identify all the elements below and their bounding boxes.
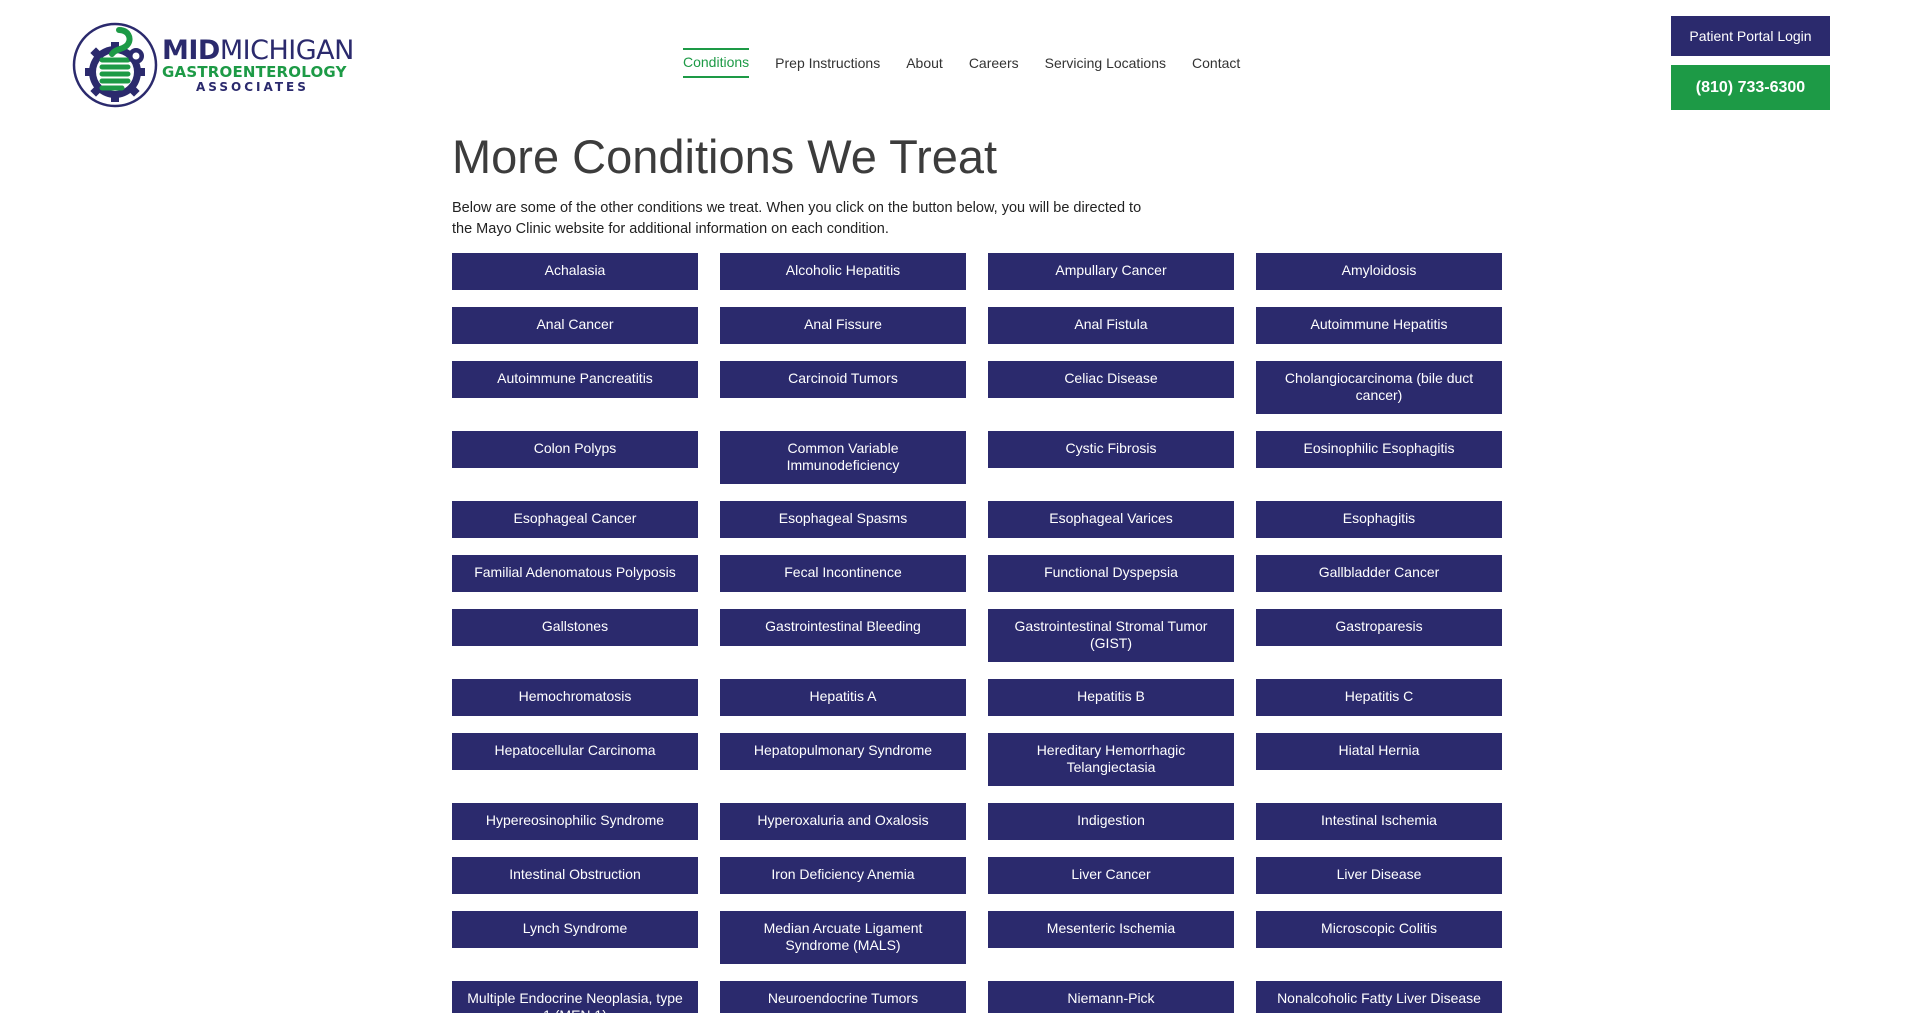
main-nav: Conditions Prep Instructions About Caree… bbox=[683, 48, 1240, 78]
condition-button[interactable]: Hepatitis B bbox=[988, 679, 1234, 716]
condition-button[interactable]: Multiple Endocrine Neoplasia, type 1 (ME… bbox=[452, 981, 698, 1013]
condition-button[interactable]: Hepatitis A bbox=[720, 679, 966, 716]
site-logo[interactable]: MIDMICHIGAN GASTROENTEROLOGY ASSOCIATES bbox=[72, 20, 354, 110]
condition-button[interactable]: Gastrointestinal Stromal Tumor (GIST) bbox=[988, 609, 1234, 662]
condition-button[interactable]: Liver Cancer bbox=[988, 857, 1234, 894]
condition-button[interactable]: Ampullary Cancer bbox=[988, 253, 1234, 290]
condition-button[interactable]: Autoimmune Hepatitis bbox=[1256, 307, 1502, 344]
condition-button[interactable]: Esophagitis bbox=[1256, 501, 1502, 538]
gear-gut-logo-icon bbox=[72, 22, 158, 108]
condition-button[interactable]: Celiac Disease bbox=[988, 361, 1234, 398]
condition-button[interactable]: Anal Cancer bbox=[452, 307, 698, 344]
condition-button[interactable]: Autoimmune Pancreatitis bbox=[452, 361, 698, 398]
condition-button[interactable]: Common Variable Immunodeficiency bbox=[720, 431, 966, 484]
phone-call-button[interactable]: (810) 733-6300 bbox=[1671, 65, 1830, 110]
condition-button[interactable]: Neuroendocrine Tumors bbox=[720, 981, 966, 1013]
condition-button[interactable]: Achalasia bbox=[452, 253, 698, 290]
condition-button[interactable]: Hypereosinophilic Syndrome bbox=[452, 803, 698, 840]
condition-button[interactable]: Gastroparesis bbox=[1256, 609, 1502, 646]
condition-button[interactable]: Indigestion bbox=[988, 803, 1234, 840]
condition-button[interactable]: Liver Disease bbox=[1256, 857, 1502, 894]
condition-button[interactable]: Intestinal Obstruction bbox=[452, 857, 698, 894]
condition-button[interactable]: Mesenteric Ischemia bbox=[988, 911, 1234, 948]
condition-button[interactable]: Intestinal Ischemia bbox=[1256, 803, 1502, 840]
condition-button[interactable]: Anal Fissure bbox=[720, 307, 966, 344]
condition-button[interactable]: Niemann-Pick bbox=[988, 981, 1234, 1013]
condition-button[interactable]: Gallbladder Cancer bbox=[1256, 555, 1502, 592]
logo-line-3: ASSOCIATES bbox=[196, 80, 309, 94]
condition-button[interactable]: Gallstones bbox=[452, 609, 698, 646]
condition-button[interactable]: Hepatocellular Carcinoma bbox=[452, 733, 698, 770]
conditions-grid: Achalasia Alcoholic Hepatitis Ampullary Ca… bbox=[452, 253, 1502, 1013]
condition-button[interactable]: Cystic Fibrosis bbox=[988, 431, 1234, 468]
logo-wordmark: MIDMICHIGAN GASTROENTEROLOGY ASSOCIATES bbox=[162, 37, 354, 93]
condition-button[interactable]: Amyloidosis bbox=[1256, 253, 1502, 290]
intro-text: Below are some of the other conditions w… bbox=[452, 200, 1142, 237]
nav-servicing-locations[interactable]: Servicing Locations bbox=[1045, 48, 1166, 78]
condition-button[interactable]: Familial Adenomatous Polyposis bbox=[452, 555, 698, 592]
condition-button[interactable]: Esophageal Cancer bbox=[452, 501, 698, 538]
nav-about[interactable]: About bbox=[906, 48, 943, 78]
condition-button[interactable]: Microscopic Colitis bbox=[1256, 911, 1502, 948]
condition-button[interactable]: Lynch Syndrome bbox=[452, 911, 698, 948]
site-header: MIDMICHIGAN GASTROENTEROLOGY ASSOCIATES … bbox=[0, 0, 1920, 118]
condition-button[interactable]: Fecal Incontinence bbox=[720, 555, 966, 592]
condition-button[interactable]: Eosinophilic Esophagitis bbox=[1256, 431, 1502, 468]
condition-button[interactable]: Alcoholic Hepatitis bbox=[720, 253, 966, 290]
condition-button[interactable]: Gastrointestinal Bleeding bbox=[720, 609, 966, 646]
nav-conditions[interactable]: Conditions bbox=[683, 48, 750, 78]
condition-button[interactable]: Esophageal Spasms bbox=[720, 501, 966, 538]
condition-button[interactable]: Nonalcoholic Fatty Liver Disease bbox=[1256, 981, 1502, 1013]
logo-line-1: MIDMICHIGAN bbox=[162, 35, 354, 66]
condition-button[interactable]: Median Arcuate Ligament Syndrome (MALS) bbox=[720, 911, 966, 964]
condition-button[interactable]: Hereditary Hemorrhagic Telangiectasia bbox=[988, 733, 1234, 786]
nav-careers[interactable]: Careers bbox=[969, 48, 1019, 78]
condition-button[interactable]: Iron Deficiency Anemia bbox=[720, 857, 966, 894]
main-content: More Conditions We Treat Below are some … bbox=[452, 128, 1502, 240]
condition-button[interactable]: Carcinoid Tumors bbox=[720, 361, 966, 398]
condition-button[interactable]: Hyperoxaluria and Oxalosis bbox=[720, 803, 966, 840]
condition-button[interactable]: Hemochromatosis bbox=[452, 679, 698, 716]
nav-prep-instructions[interactable]: Prep Instructions bbox=[775, 48, 880, 78]
patient-portal-login-button[interactable]: Patient Portal Login bbox=[1671, 16, 1830, 56]
condition-button[interactable]: Anal Fistula bbox=[988, 307, 1234, 344]
condition-button[interactable]: Esophageal Varices bbox=[988, 501, 1234, 538]
condition-button[interactable]: Colon Polyps bbox=[452, 431, 698, 468]
condition-button[interactable]: Hepatitis C bbox=[1256, 679, 1502, 716]
condition-button[interactable]: Functional Dyspepsia bbox=[988, 555, 1234, 592]
nav-contact[interactable]: Contact bbox=[1192, 48, 1240, 78]
condition-button[interactable]: Hiatal Hernia bbox=[1256, 733, 1502, 770]
condition-button[interactable]: Cholangiocarcinoma (bile duct cancer) bbox=[1256, 361, 1502, 414]
condition-button[interactable]: Hepatopulmonary Syndrome bbox=[720, 733, 966, 770]
page-title: More Conditions We Treat bbox=[452, 130, 998, 183]
logo-line-2: GASTROENTEROLOGY bbox=[162, 63, 347, 81]
